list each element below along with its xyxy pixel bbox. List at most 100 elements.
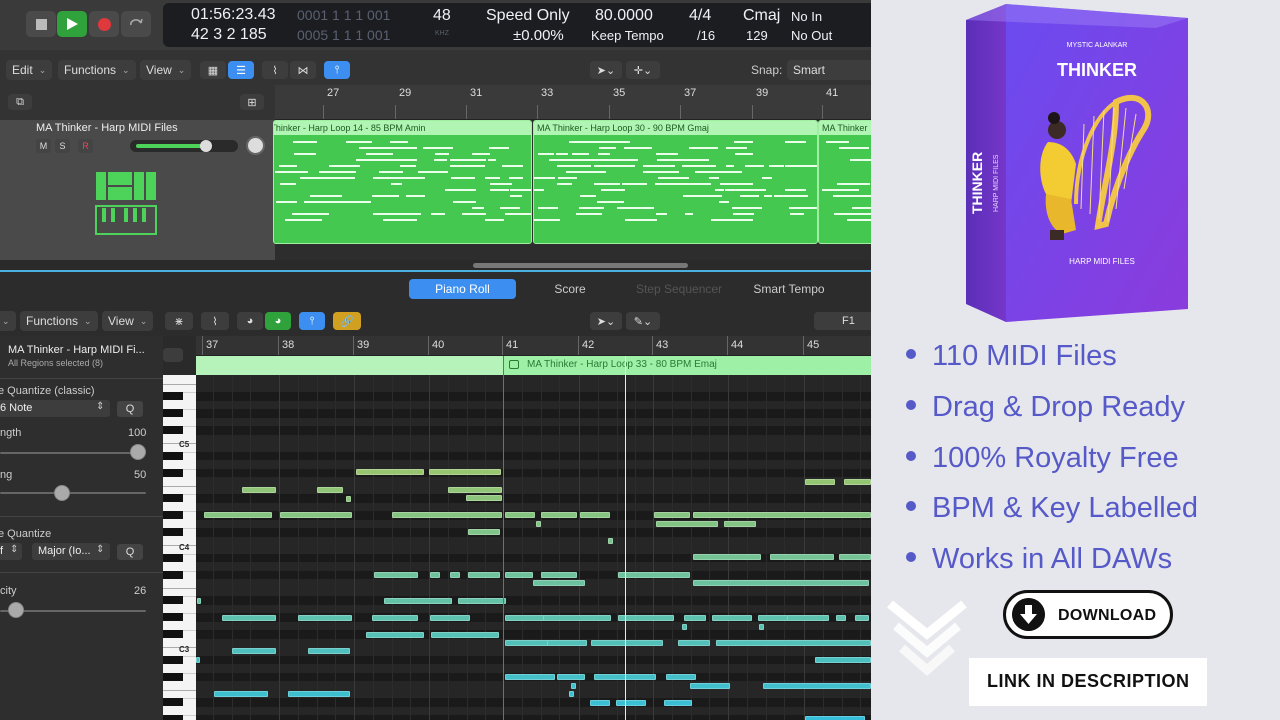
midi-note[interactable]	[242, 487, 276, 493]
region-bar[interactable]: MA Thinker - Harp Loop 33 - 80 BPM Emaj	[196, 356, 871, 375]
midi-note[interactable]	[656, 521, 718, 527]
midi-note[interactable]	[458, 598, 506, 604]
midi-note[interactable]	[690, 683, 730, 689]
midi-note[interactable]	[569, 691, 574, 697]
black-key[interactable]	[163, 553, 183, 562]
midi-note[interactable]	[317, 487, 343, 493]
piano-roll-ruler[interactable]: 37 38 39 40 41 42 43 44 45	[196, 336, 871, 356]
midi-note[interactable]	[196, 657, 200, 663]
piano-roll-grid[interactable]	[196, 375, 871, 720]
grid-view-button[interactable]: ▦	[200, 61, 226, 79]
midi-note[interactable]	[758, 615, 788, 621]
midi-in-button[interactable]: ◕	[237, 312, 263, 330]
tab-step-sequencer[interactable]: Step Sequencer	[626, 279, 732, 299]
horizontal-scrollbar[interactable]	[473, 263, 688, 268]
scale-q-button[interactable]: Q	[117, 544, 143, 560]
midi-note[interactable]	[533, 580, 585, 586]
midi-note[interactable]	[616, 700, 646, 706]
lcd-display[interactable]: 01:56:23.43 0001 1 1 1 001 42 3 2 185 00…	[163, 3, 871, 47]
automation-button[interactable]: ⌇	[262, 61, 288, 79]
midi-note[interactable]	[372, 615, 418, 621]
editor-functions-menu[interactable]: Functions ⌄	[20, 311, 98, 331]
midi-note[interactable]	[392, 512, 502, 518]
tracks-ruler[interactable]: 27 29 31 33 35 37 39 41	[275, 85, 871, 120]
pointer-tool[interactable]: ➤⌄	[590, 61, 622, 79]
quantize-button[interactable]: ⋇	[165, 312, 193, 330]
midi-note[interactable]	[536, 521, 541, 527]
volume-knob[interactable]	[200, 140, 212, 152]
black-key[interactable]	[163, 655, 183, 664]
zoom-field[interactable]: F1	[814, 312, 871, 330]
midi-note[interactable]	[450, 572, 460, 578]
edit-menu[interactable]: Edit ⌄	[6, 60, 53, 80]
swing-slider[interactable]	[0, 492, 146, 494]
scale-type-select[interactable]: Major (Io... ⇕	[32, 543, 110, 560]
midi-note[interactable]	[204, 512, 272, 518]
piano-keyboard[interactable]: C5 C4 C3	[163, 375, 196, 720]
midi-note[interactable]	[505, 512, 535, 518]
pan-knob[interactable]	[246, 136, 265, 155]
midi-note[interactable]	[844, 479, 871, 485]
midi-note[interactable]	[197, 598, 201, 604]
black-key[interactable]	[163, 392, 183, 400]
black-key[interactable]	[163, 528, 183, 536]
play-button[interactable]	[57, 11, 87, 37]
midi-note[interactable]	[468, 572, 500, 578]
black-key[interactable]	[163, 468, 183, 477]
midi-note[interactable]	[541, 512, 577, 518]
midi-note[interactable]	[288, 691, 350, 697]
midi-note[interactable]	[693, 512, 871, 518]
solo-button[interactable]: S	[55, 139, 70, 153]
midi-region[interactable]: MA Thinker	[818, 120, 871, 244]
link-button[interactable]: 🔗	[333, 312, 361, 330]
midi-note[interactable]	[608, 538, 613, 544]
midi-note[interactable]	[654, 512, 690, 518]
midi-note[interactable]	[384, 598, 452, 604]
midi-note[interactable]	[759, 624, 764, 630]
midi-note[interactable]	[787, 615, 829, 621]
midi-note[interactable]	[232, 648, 276, 654]
midi-note[interactable]	[839, 554, 871, 560]
midi-note[interactable]	[431, 632, 499, 638]
midi-note[interactable]	[346, 496, 351, 502]
midi-note[interactable]	[716, 640, 871, 646]
black-key[interactable]	[163, 409, 183, 417]
midi-note[interactable]	[214, 691, 268, 697]
midi-note[interactable]	[430, 615, 470, 621]
view-menu[interactable]: View ⌄	[140, 60, 192, 80]
midi-note[interactable]	[836, 615, 846, 621]
midi-note[interactable]	[466, 495, 502, 501]
black-key[interactable]	[163, 426, 183, 434]
midi-note[interactable]	[591, 640, 663, 646]
midi-note[interactable]	[580, 512, 610, 518]
midi-note[interactable]	[805, 479, 835, 485]
tab-smart-tempo[interactable]: Smart Tempo	[740, 279, 838, 299]
collapse-menu[interactable]: ⌄	[0, 311, 16, 331]
midi-note[interactable]	[855, 615, 869, 621]
midi-note[interactable]	[505, 572, 533, 578]
quantize-q-button[interactable]: Q	[117, 401, 143, 417]
automation-button[interactable]: ⌇	[201, 312, 229, 330]
midi-note[interactable]	[374, 572, 418, 578]
midi-note[interactable]	[763, 683, 871, 689]
midi-note[interactable]	[557, 674, 585, 680]
midi-note[interactable]	[366, 632, 424, 638]
strength-slider[interactable]	[0, 452, 146, 454]
midi-note[interactable]	[590, 700, 610, 706]
midi-note[interactable]	[571, 683, 576, 689]
tab-piano-roll[interactable]: Piano Roll	[409, 279, 516, 299]
secondary-tool[interactable]: ✛⌄	[626, 61, 660, 79]
strength-knob[interactable]	[130, 444, 146, 460]
midi-note[interactable]	[356, 469, 424, 475]
black-key[interactable]	[163, 613, 183, 621]
midi-note[interactable]	[666, 674, 696, 680]
new-folder-button[interactable]: ⊞	[240, 94, 264, 110]
stop-button[interactable]	[26, 11, 56, 37]
black-key[interactable]	[163, 570, 183, 579]
record-enable-button[interactable]: R	[78, 139, 93, 153]
midi-note[interactable]	[618, 572, 690, 578]
midi-note[interactable]	[724, 521, 756, 527]
download-button[interactable]: DOWNLOAD	[1003, 590, 1173, 639]
functions-menu[interactable]: Functions ⌄	[58, 60, 136, 80]
black-key[interactable]	[163, 596, 183, 604]
